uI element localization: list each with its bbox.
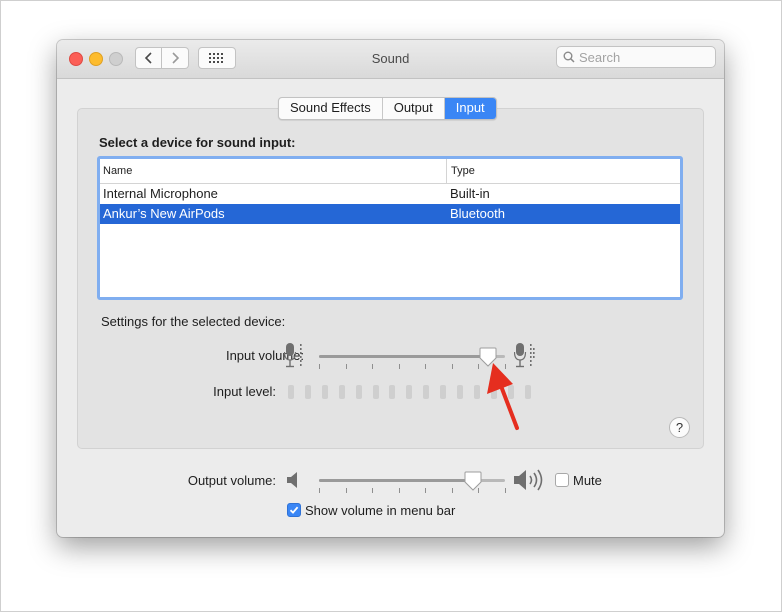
slider-tick [319, 488, 320, 493]
microphone-high-icon [514, 343, 535, 368]
sound-preferences-window: Sound Sound Effects Output Input Select … [57, 40, 724, 537]
slider-tick [319, 364, 320, 369]
input-level-label: Input level: [213, 384, 276, 399]
output-volume-fill [319, 479, 474, 482]
slider-tick [372, 488, 374, 493]
microphone-low-icon [284, 343, 302, 368]
table-row[interactable]: Internal Microphone Built-in [100, 184, 680, 204]
level-segment [457, 385, 463, 399]
mute-checkbox[interactable] [555, 473, 569, 487]
level-segment [389, 385, 396, 399]
slider-tick [345, 364, 347, 369]
device-name: Internal Microphone [103, 186, 218, 201]
device-type: Bluetooth [450, 206, 505, 221]
level-segment [490, 385, 497, 399]
slider-tick [478, 488, 480, 493]
slider-tick [345, 488, 347, 493]
level-segment [440, 385, 447, 399]
level-segment [507, 385, 514, 399]
column-header-name[interactable]: Name [100, 159, 447, 183]
input-volume-slider[interactable] [319, 355, 505, 358]
tab-input[interactable]: Input [444, 98, 496, 119]
level-segment [423, 385, 430, 399]
show-volume-label[interactable]: Show volume in menu bar [305, 503, 455, 518]
input-volume-fill [319, 355, 489, 358]
input-volume-label: Input volume: [225, 348, 304, 363]
title-bar: Sound [57, 40, 724, 79]
device-section-label: Select a device for sound input: [99, 135, 296, 150]
level-segment [372, 385, 379, 399]
magnifier-icon [563, 51, 575, 63]
slider-tick [478, 364, 480, 369]
search-field[interactable] [556, 46, 716, 68]
speaker-low-icon [287, 472, 297, 488]
level-segment [338, 385, 345, 399]
slider-tick [425, 488, 427, 493]
tab-sound-effects[interactable]: Sound Effects [279, 98, 383, 119]
slider-tick [398, 488, 400, 493]
level-segment [304, 385, 311, 399]
column-header-type[interactable]: Type [447, 159, 677, 183]
slider-tick [451, 488, 453, 493]
tab-bar: Sound Effects Output Input [278, 97, 497, 120]
level-segment [355, 385, 362, 399]
input-device-table[interactable]: Name Type Internal Microphone Built-in A… [97, 156, 683, 300]
output-volume-label: Output volume: [187, 473, 276, 488]
level-segment [406, 385, 413, 399]
tab-output[interactable]: Output [383, 98, 445, 119]
table-header: Name Type [100, 159, 680, 184]
slider-tick [372, 364, 374, 369]
level-segment [524, 385, 531, 399]
speaker-high-icon [514, 469, 543, 491]
table-row-selected[interactable]: Ankur’s New AirPods Bluetooth [100, 204, 680, 224]
show-volume-checkbox[interactable] [287, 503, 301, 517]
search-input[interactable] [579, 49, 699, 65]
slider-tick [425, 364, 427, 369]
help-button[interactable]: ? [669, 417, 690, 438]
level-segment [473, 385, 480, 399]
slider-tick [451, 364, 453, 369]
checkmark-icon [289, 506, 299, 514]
slider-tick [505, 488, 506, 493]
device-name: Ankur’s New AirPods [103, 206, 225, 221]
input-volume-thumb[interactable] [479, 347, 497, 367]
mute-label[interactable]: Mute [573, 473, 602, 488]
device-type: Built-in [450, 186, 490, 201]
slider-tick [398, 364, 400, 369]
output-volume-thumb[interactable] [464, 471, 482, 491]
settings-label: Settings for the selected device: [101, 314, 286, 329]
level-segment [321, 385, 328, 399]
slider-tick [505, 364, 506, 369]
level-segment [288, 385, 294, 399]
